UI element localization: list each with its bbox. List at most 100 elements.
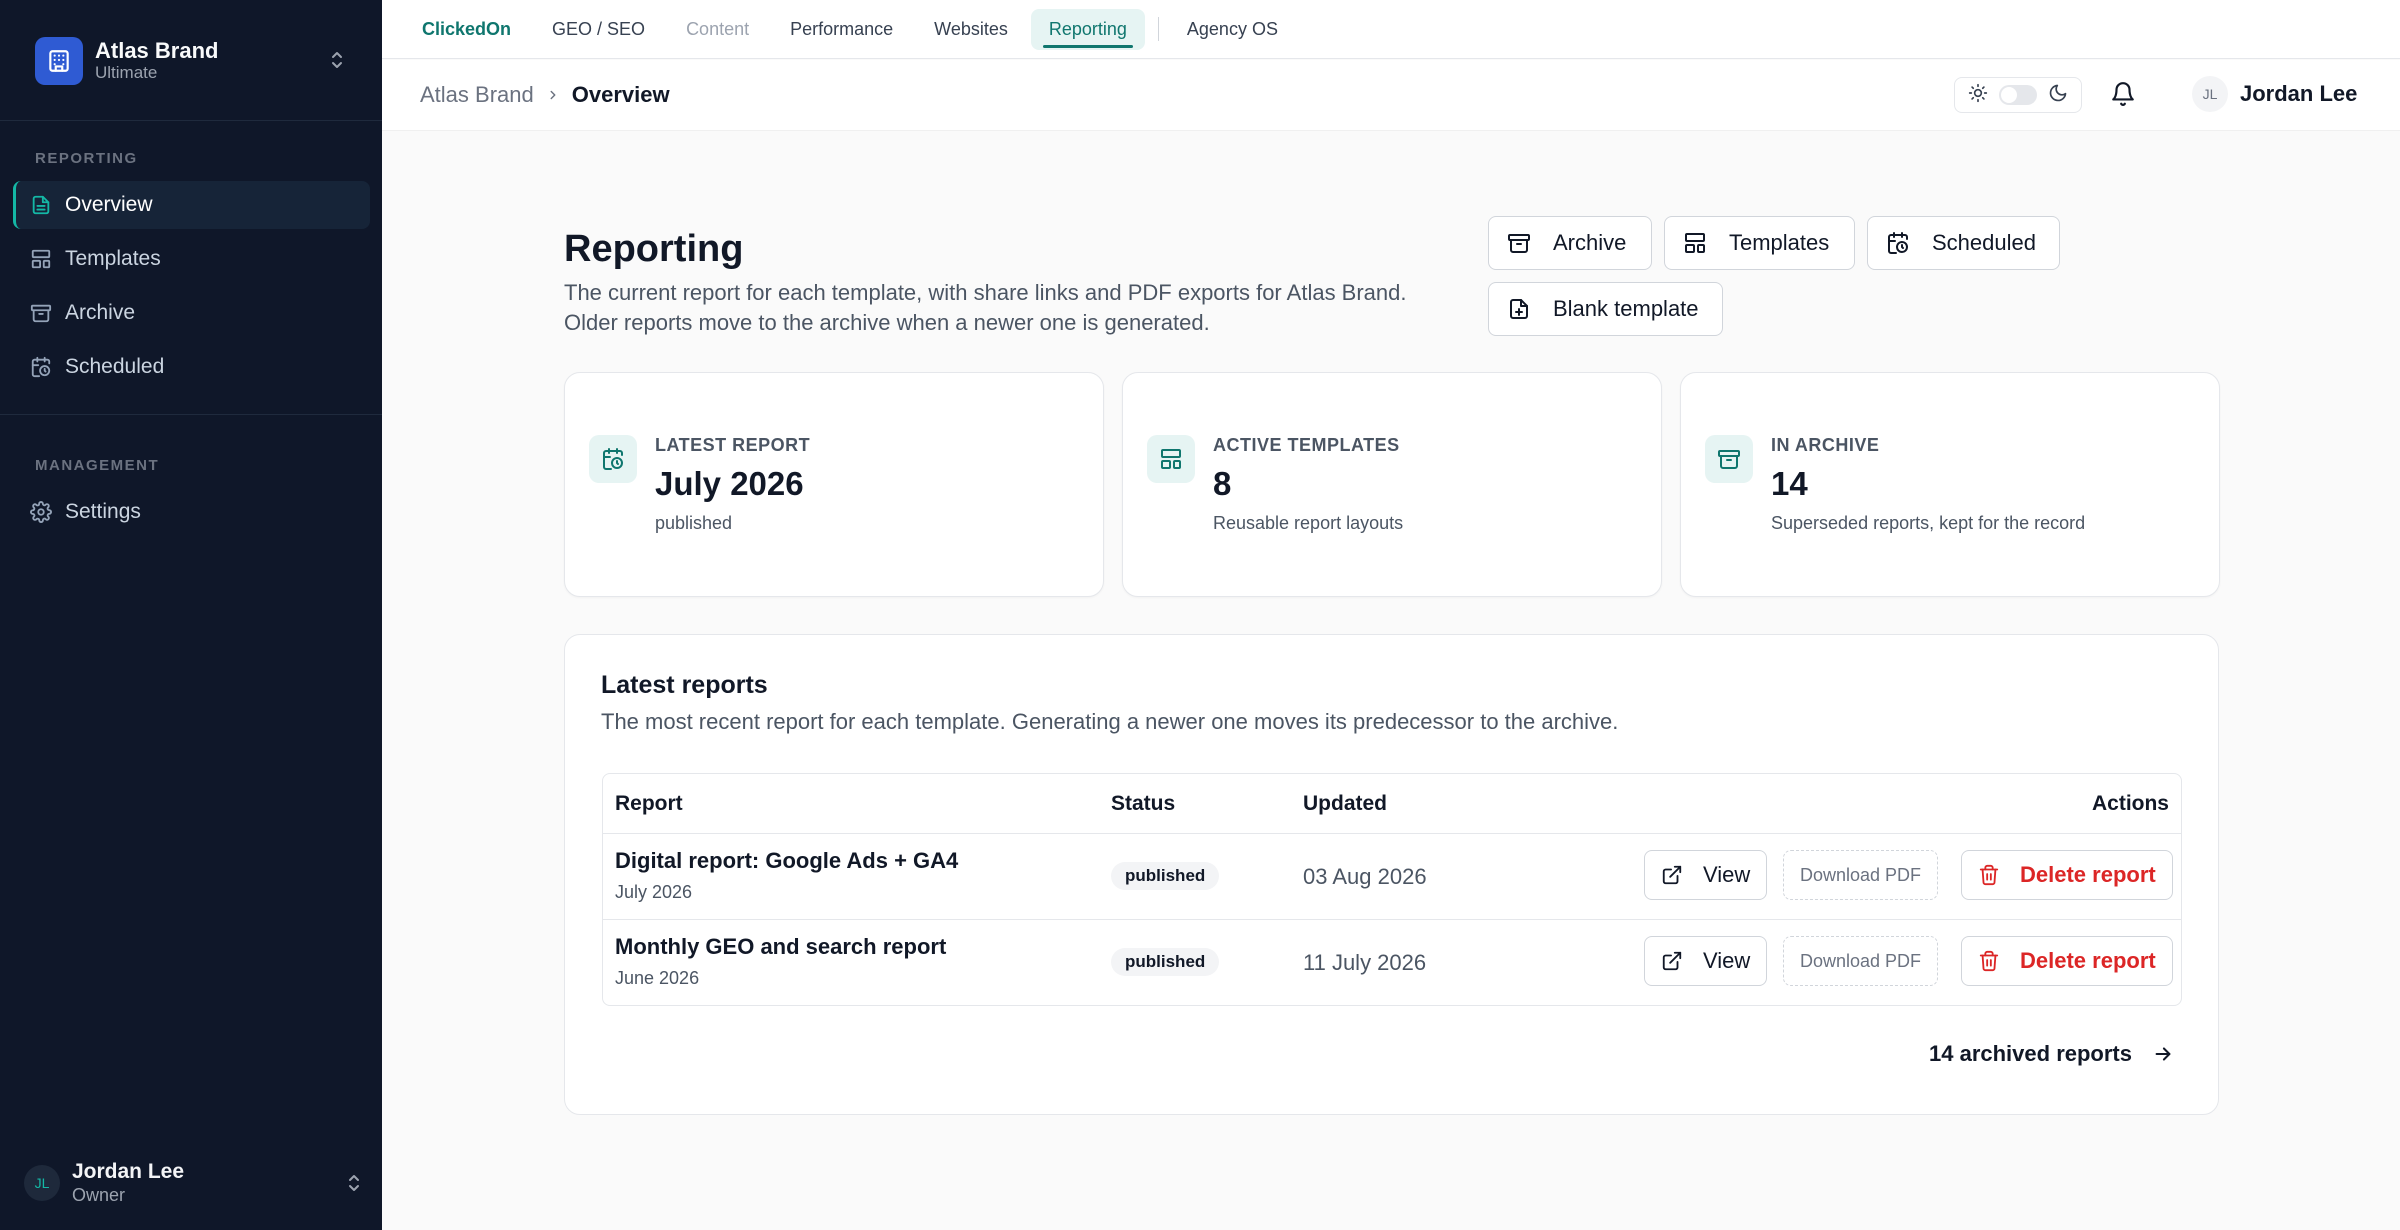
sidebar-item-archive[interactable]: Archive (13, 289, 370, 337)
report-name: Monthly GEO and search report (615, 934, 947, 959)
panel-title: Latest reports (601, 671, 768, 699)
layout-icon (1683, 231, 1707, 255)
table-row: Digital report: Google Ads + GA4 July 20… (603, 834, 2181, 920)
tab-content[interactable]: Content (668, 9, 767, 50)
report-period: July 2026 (615, 882, 693, 902)
section-label-management: MANAGEMENT (35, 457, 160, 474)
breadcrumb-current: Overview (571, 82, 670, 107)
tab-agency-os[interactable]: Agency OS (1169, 9, 1296, 50)
layout-icon (29, 247, 53, 271)
table-row: Monthly GEO and search report June 2026 … (603, 920, 2181, 1005)
stat-label: LATEST REPORT (655, 435, 811, 455)
avatar: JL (24, 1165, 60, 1201)
gear-icon (29, 500, 53, 524)
button-label: Download PDF (1800, 950, 1922, 971)
stat-label: IN ARCHIVE (1771, 435, 1880, 455)
tab-websites[interactable]: Websites (916, 9, 1026, 50)
user-name: Jordan Lee (72, 1160, 185, 1183)
delete-report-button[interactable]: Delete report (1961, 850, 2173, 900)
table-header: Report Status Updated Actions (603, 774, 2181, 834)
arrow-right-icon (2152, 1043, 2174, 1065)
page-title: Reporting (564, 228, 744, 270)
archived-reports-link[interactable]: 14 archived reports (1929, 1041, 2174, 1067)
workspace-switcher[interactable]: Atlas Brand Ultimate (35, 36, 347, 86)
templates-button[interactable]: Templates (1664, 216, 1855, 270)
workspace-name: Atlas Brand (95, 38, 219, 63)
sidebar-item-label: Scheduled (65, 355, 165, 378)
file-plus-icon (1507, 297, 1531, 321)
stat-value: July 2026 (655, 465, 804, 502)
tab-performance[interactable]: Performance (772, 9, 911, 50)
stat-card-in-archive: IN ARCHIVE 14 Superseded reports, kept f… (1680, 372, 2220, 597)
button-label: Templates (1729, 230, 1830, 255)
sidebar-item-scheduled[interactable]: Scheduled (13, 343, 370, 391)
header-bar: Atlas Brand Overview JL Jordan Lee (382, 60, 2400, 131)
download-pdf-button[interactable]: Download PDF (1783, 850, 1939, 900)
sidebar: Atlas Brand Ultimate REPORTING Overview … (0, 0, 382, 1230)
stat-card-latest-report: LATEST REPORT July 2026 published (564, 372, 1104, 597)
calendar-clock-icon (29, 355, 53, 379)
chevrons-up-down-icon (344, 1171, 364, 1200)
sidebar-item-label: Templates (65, 247, 161, 270)
stat-subtext: Superseded reports, kept for the record (1771, 513, 2086, 533)
external-link-icon (1661, 950, 1683, 972)
panel-description: The most recent report for each template… (601, 709, 1619, 734)
view-button[interactable]: View (1644, 936, 1768, 986)
archive-icon (1507, 231, 1531, 255)
updated-date: 11 July 2026 (1303, 950, 1427, 975)
sidebar-item-label: Settings (65, 500, 141, 523)
theme-toggle[interactable] (1954, 77, 2082, 113)
sidebar-item-label: Archive (65, 301, 136, 324)
stat-subtext: published (655, 513, 733, 533)
status-badge: published (1111, 862, 1220, 890)
delete-report-button[interactable]: Delete report (1961, 936, 2173, 986)
button-label: Delete report (2020, 862, 2156, 887)
sidebar-item-overview[interactable]: Overview (13, 181, 370, 229)
sidebar-divider (0, 120, 382, 121)
breadcrumb-parent[interactable]: Atlas Brand (420, 82, 534, 108)
view-button[interactable]: View (1644, 850, 1768, 900)
page-description-line: Older reports move to the archive when a… (564, 310, 1210, 335)
updated-date: 03 Aug 2026 (1303, 864, 1427, 889)
calendar-clock-icon (589, 435, 637, 483)
tab-geo-seo[interactable]: GEO / SEO (534, 9, 663, 50)
calendar-clock-icon (1886, 231, 1910, 255)
chevrons-up-down-icon (327, 48, 347, 77)
status-badge: published (1111, 948, 1220, 976)
avatar: JL (2192, 76, 2228, 112)
sun-icon (1968, 83, 1988, 108)
latest-reports-panel: Latest reports The most recent report fo… (564, 634, 2219, 1115)
document-icon (29, 193, 53, 217)
column-header-report: Report (615, 792, 683, 815)
account-menu[interactable]: JL Jordan Lee Owner (24, 1157, 364, 1209)
archive-button[interactable]: Archive (1488, 216, 1652, 270)
report-period: June 2026 (615, 968, 700, 988)
breadcrumb: Atlas Brand Overview (420, 82, 670, 108)
sidebar-item-templates[interactable]: Templates (13, 235, 370, 283)
download-pdf-button[interactable]: Download PDF (1783, 936, 1939, 986)
layout-icon (1147, 435, 1195, 483)
theme-switch[interactable] (1998, 85, 2037, 105)
user-name: Jordan Lee (2240, 81, 2358, 106)
user-menu[interactable]: JL Jordan Lee (2192, 76, 2357, 112)
external-link-icon (1661, 864, 1683, 886)
top-nav: ClickedOn GEO / SEO Content Performance … (382, 0, 2400, 59)
tab-reporting[interactable]: Reporting (1030, 8, 1145, 50)
sidebar-item-settings[interactable]: Settings (13, 488, 370, 536)
stat-label: ACTIVE TEMPLATES (1213, 435, 1400, 455)
nav-divider (1157, 17, 1159, 41)
trash-icon (1978, 864, 2000, 886)
scheduled-button[interactable]: Scheduled (1867, 216, 2060, 270)
building-icon (35, 37, 83, 85)
stat-value: 8 (1213, 465, 1232, 502)
brand-link[interactable]: ClickedOn (420, 9, 529, 50)
button-label: Download PDF (1800, 864, 1922, 885)
button-label: Blank template (1553, 296, 1699, 321)
user-role: Owner (72, 1185, 126, 1205)
page-description: The current report for each template, wi… (564, 278, 1444, 338)
moon-icon (2048, 83, 2068, 108)
button-label: Scheduled (1932, 230, 2036, 255)
archive-icon (1705, 435, 1753, 483)
blank-template-button[interactable]: Blank template (1488, 282, 1723, 336)
bell-icon[interactable] (2110, 80, 2136, 113)
